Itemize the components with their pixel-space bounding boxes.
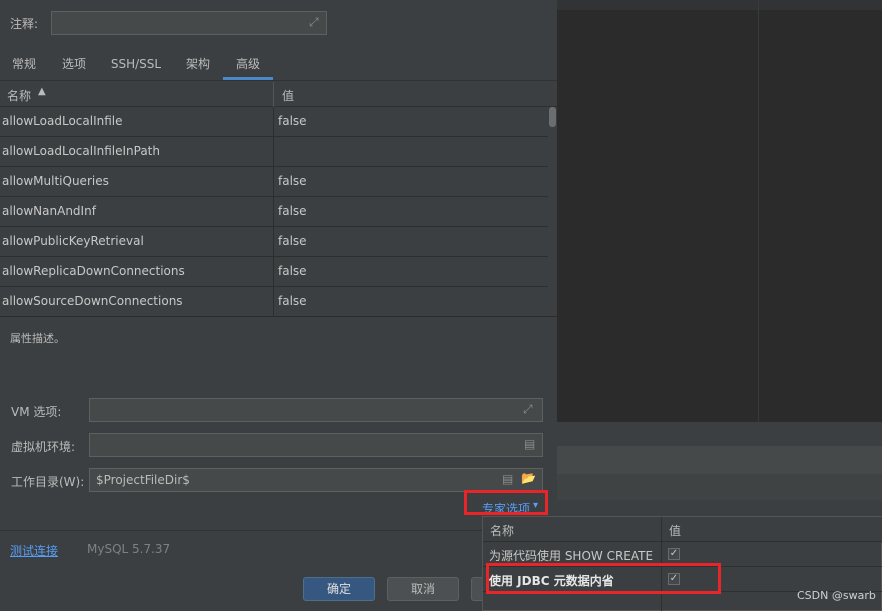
cancel-button[interactable]: 取消 [387, 577, 459, 601]
property-name: allowMultiQueries [2, 174, 109, 188]
column-header-name[interactable]: 名称 [7, 87, 31, 104]
editor-divider [758, 0, 759, 422]
tab-ssh-ssl[interactable]: SSH/SSL [104, 50, 168, 80]
ok-button[interactable]: 确定 [303, 577, 375, 601]
work-dir-label: 工作目录(W): [11, 475, 85, 489]
cell-separator [273, 257, 274, 287]
property-description: 属性描述。 [10, 332, 65, 345]
cell-separator [273, 287, 274, 317]
tab-schemas[interactable]: 架构 [177, 50, 219, 80]
comment-label: 注释: [10, 17, 39, 31]
property-name: allowNanAndInf [2, 204, 96, 218]
vm-env-label: 虚拟机环境: [11, 440, 76, 454]
watermark: CSDN @swarb [797, 589, 876, 602]
table-row[interactable]: allowReplicaDownConnections false [0, 257, 548, 287]
properties-table-header [0, 82, 557, 107]
sort-asc-icon[interactable]: ▲ [38, 86, 46, 97]
comment-input[interactable] [51, 11, 327, 35]
highlight-box-jdbc [486, 563, 721, 594]
properties-table: allowLoadLocalInfile false allowLoadLoca… [0, 107, 548, 317]
footer-divider [0, 530, 557, 531]
table-scrollbar[interactable] [548, 107, 557, 317]
property-value[interactable]: false [278, 174, 307, 188]
property-name: allowLoadLocalInfileInPath [2, 144, 160, 158]
property-name: allowSourceDownConnections [2, 294, 183, 308]
expand-icon[interactable]: ⤢ [523, 402, 533, 417]
cell-separator [273, 167, 274, 197]
table-row[interactable]: allowPublicKeyRetrieval false [0, 227, 548, 257]
cell-separator [273, 107, 274, 137]
tab-options[interactable]: 选项 [53, 50, 95, 80]
column-header-value[interactable]: 值 [282, 87, 294, 104]
highlight-box-expert-options [464, 490, 548, 515]
property-name: allowReplicaDownConnections [2, 264, 185, 278]
checkmark-icon[interactable]: ✓ [668, 548, 680, 560]
tab-advanced[interactable]: 高级 [223, 50, 273, 80]
property-name: allowPublicKeyRetrieval [2, 234, 144, 248]
popup-column-value[interactable]: 值 [669, 522, 681, 539]
table-row[interactable]: allowLoadLocalInfile false [0, 107, 548, 137]
popup-column-name[interactable]: 名称 [490, 522, 514, 539]
table-row[interactable]: allowLoadLocalInfileInPath [0, 137, 548, 167]
property-value[interactable]: false [278, 114, 307, 128]
driver-version: MySQL 5.7.37 [87, 542, 171, 556]
lower-panel-band-2 [557, 474, 882, 500]
property-value[interactable]: false [278, 234, 307, 248]
table-row[interactable]: allowNanAndInf false [0, 197, 548, 227]
table-row[interactable]: allowMultiQueries false [0, 167, 548, 197]
property-value[interactable]: false [278, 204, 307, 218]
table-scrollbar-thumb[interactable] [549, 107, 556, 127]
document-icon[interactable]: ▤ [502, 472, 513, 486]
editor-background [557, 0, 882, 422]
tab-general[interactable]: 常规 [2, 50, 46, 80]
cell-separator [273, 227, 274, 257]
cell-separator [273, 137, 274, 167]
table-row[interactable]: allowSourceDownConnections false [0, 287, 548, 317]
test-connection-link[interactable]: 测试连接 [10, 542, 58, 559]
document-icon[interactable]: ▤ [524, 437, 535, 451]
property-name: allowLoadLocalInfile [2, 114, 123, 128]
popup-option-show-create: 为源代码使用 SHOW CREATE [489, 549, 654, 563]
property-value[interactable]: false [278, 294, 307, 308]
tab-divider [0, 80, 557, 81]
column-separator[interactable] [273, 82, 274, 107]
vm-options-label: VM 选项: [11, 405, 62, 419]
popup-table-header [483, 517, 882, 542]
table-bottom-border [0, 316, 557, 317]
expand-icon[interactable]: ⤢ [309, 15, 319, 30]
cell-separator [273, 197, 274, 227]
editor-header-strip [557, 0, 882, 10]
property-value[interactable]: false [278, 264, 307, 278]
work-dir-input[interactable]: $ProjectFileDir$ [89, 468, 543, 492]
lower-panel-band [557, 446, 882, 474]
folder-icon[interactable]: 📂 [521, 471, 536, 485]
vm-env-input[interactable] [89, 433, 543, 457]
vm-options-input[interactable] [89, 398, 543, 422]
